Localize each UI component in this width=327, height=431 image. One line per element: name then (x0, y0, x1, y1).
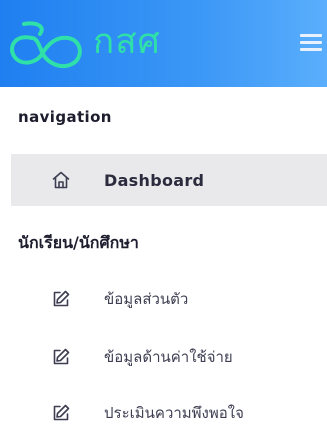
home-icon (51, 170, 71, 190)
edit-icon (51, 289, 71, 309)
sidebar-item-expense-info[interactable]: ข้อมูลด้านค่าใช้จ่าย (11, 331, 327, 383)
edit-icon (51, 403, 71, 423)
sidebar-item-personal-info[interactable]: ข้อมูลส่วนตัว (11, 273, 327, 325)
sidebar-item-dashboard[interactable]: Dashboard (11, 154, 327, 206)
sidebar-item-label: ข้อมูลส่วนตัว (104, 290, 189, 308)
loop-logo-icon[interactable] (6, 18, 86, 70)
sidebar-header: กสศ (0, 0, 327, 87)
brand-name[interactable]: กสศ (93, 20, 161, 64)
hamburger-menu-icon[interactable] (300, 34, 324, 54)
sidebar-item-label: ข้อมูลด้านค่าใช้จ่าย (104, 348, 233, 366)
sidebar: กสศ navigation Dashboard นักเรียน/นักศึก… (0, 0, 327, 431)
section-label-student: นักเรียน/นักศึกษา (18, 233, 139, 252)
sidebar-item-label: ประเมินความพึงพอใจ (104, 404, 244, 422)
sidebar-item-label: Dashboard (104, 170, 205, 190)
section-label-navigation: navigation (18, 108, 112, 126)
edit-icon (51, 347, 71, 367)
sidebar-item-satisfaction-survey[interactable]: ประเมินความพึงพอใจ (11, 387, 327, 431)
